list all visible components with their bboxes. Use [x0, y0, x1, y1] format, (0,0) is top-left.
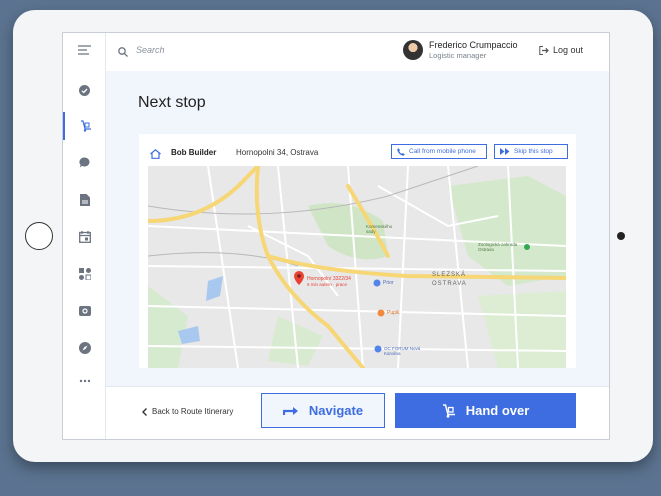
tablet-home-button[interactable] — [25, 222, 53, 250]
map-label-slezska: SLEZSKÁ — [432, 272, 467, 278]
map-label-ostrava: OSTRAVA — [432, 281, 467, 287]
skip-icon — [500, 148, 510, 155]
search-icon[interactable] — [118, 44, 128, 62]
logout-icon — [539, 45, 549, 55]
hand-truck-icon — [442, 403, 455, 418]
map-label-prior: Prior — [383, 280, 394, 286]
more-icon[interactable] — [63, 367, 106, 395]
menu-icon[interactable] — [63, 36, 106, 64]
map-label-forum: OC FORUM Nová Karolina — [384, 346, 421, 356]
map-label-pupik: Pupik — [387, 310, 400, 316]
map-label-komenskeho: Komenského sady — [366, 224, 393, 234]
back-to-itinerary-link[interactable]: Back to Route Itinerary — [142, 407, 233, 416]
check-circle-icon[interactable] — [63, 76, 106, 104]
call-mobile-button[interactable]: Call from mobile phone — [391, 144, 487, 159]
page-title: Next stop — [138, 94, 206, 111]
navigate-label: Navigate — [308, 403, 364, 418]
apps-icon[interactable] — [63, 260, 106, 288]
app-screen: Search Frederico Crumpaccio Logistic man… — [62, 32, 610, 440]
user-name: Frederico Crumpaccio — [429, 40, 518, 50]
avatar[interactable] — [403, 40, 423, 60]
recipient-name: Bob Builder — [171, 148, 217, 157]
user-role: Logistic manager — [429, 51, 487, 60]
camera-icon[interactable] — [63, 297, 106, 325]
document-icon[interactable] — [63, 186, 106, 214]
recipient-address: Hornopolni 34, Ostrava — [236, 148, 319, 157]
hand-truck-icon[interactable] — [63, 112, 106, 140]
skip-stop-label: Skip this stop — [514, 148, 553, 155]
hand-over-label: Hand over — [465, 403, 530, 418]
navigate-button[interactable]: Navigate — [261, 393, 385, 428]
logout-label: Log out — [553, 45, 584, 55]
sidebar — [63, 33, 106, 439]
hand-over-button[interactable]: Hand over — [395, 393, 576, 428]
map-marker-subtitle: 6 min autem · prace — [307, 282, 348, 287]
logout-button[interactable]: Log out — [539, 45, 583, 55]
phone-icon — [397, 147, 405, 156]
back-label: Back to Route Itinerary — [152, 407, 234, 416]
main-content: Next stop Bob Builder Hornopolni 34, Ost… — [106, 71, 609, 387]
calendar-icon[interactable] — [63, 223, 106, 251]
top-header: Search Frederico Crumpaccio Logistic man… — [106, 33, 609, 72]
home-icon — [150, 146, 161, 164]
action-footer: Back to Route Itinerary Navigate Hand ov… — [106, 386, 609, 439]
compass-icon[interactable] — [63, 334, 106, 362]
stop-card: Bob Builder Hornopolni 34, Ostrava Call … — [139, 134, 576, 368]
skip-stop-button[interactable]: Skip this stop — [494, 144, 568, 159]
turn-right-arrow-icon — [282, 406, 298, 415]
call-mobile-label: Call from mobile phone — [409, 148, 476, 155]
route-map[interactable]: Hornopolní 3322/34 6 min autem · prace K… — [148, 166, 566, 368]
chevron-left-icon — [142, 407, 147, 416]
chat-icon[interactable] — [63, 148, 106, 176]
search-input[interactable]: Search — [136, 45, 165, 55]
map-label-zoo: Zoologická zahrada Ostrava — [478, 242, 518, 252]
tablet-camera — [617, 232, 625, 240]
